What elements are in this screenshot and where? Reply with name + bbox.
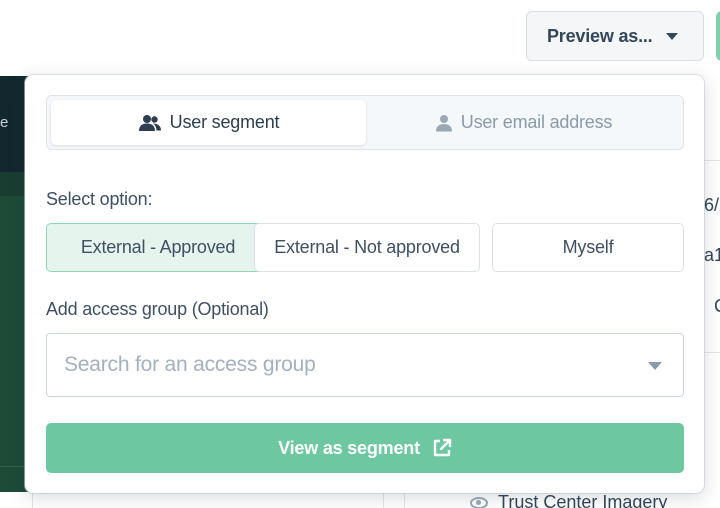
option-external-not-approved[interactable]: External - Not approved <box>254 223 480 272</box>
user-icon <box>435 114 453 132</box>
preview-as-popover: User segment User email address Select o… <box>25 75 704 493</box>
chevron-down-icon <box>666 33 678 40</box>
chevron-down-icon[interactable] <box>648 362 662 370</box>
list-item[interactable]: Trust Center Imagery <box>470 492 667 508</box>
view-as-segment-button[interactable]: View as segment <box>46 423 684 473</box>
option-myself[interactable]: Myself <box>492 223 684 272</box>
tab-label: User segment <box>169 112 280 132</box>
option-label: Myself <box>562 237 614 257</box>
details-value-fragment: a1 <box>704 245 720 265</box>
divider <box>32 492 33 508</box>
preview-as-button[interactable]: Preview as... <box>526 11 704 61</box>
tab-user-email-address[interactable]: User email address <box>366 100 681 145</box>
details-divider <box>704 352 720 353</box>
select-option-label: Select option: <box>46 189 153 209</box>
external-link-icon <box>432 438 452 458</box>
access-group-select[interactable] <box>46 333 684 397</box>
primary-action-button-edge[interactable] <box>716 11 720 61</box>
list-item-label: Trust Center Imagery <box>498 492 668 508</box>
preview-mode-toggle: User segment User email address <box>46 95 684 150</box>
tab-user-segment[interactable]: User segment <box>51 100 366 145</box>
access-group-search-input[interactable] <box>64 353 624 377</box>
preview-as-label: Preview as... <box>547 25 653 46</box>
details-value-fragment: 6/ <box>704 195 720 215</box>
option-external-approved[interactable]: External - Approved <box>46 223 270 272</box>
sidebar-header-fragment: e <box>0 114 9 131</box>
option-label: External - Not approved <box>274 237 460 257</box>
option-label: External - Approved <box>80 237 236 257</box>
eye-icon <box>470 496 488 508</box>
view-as-segment-label: View as segment <box>278 437 420 458</box>
details-value-fragment: C <box>714 296 720 317</box>
access-group-label: Add access group (Optional) <box>46 299 269 319</box>
tab-label: User email address <box>460 112 613 132</box>
users-icon <box>138 114 162 132</box>
